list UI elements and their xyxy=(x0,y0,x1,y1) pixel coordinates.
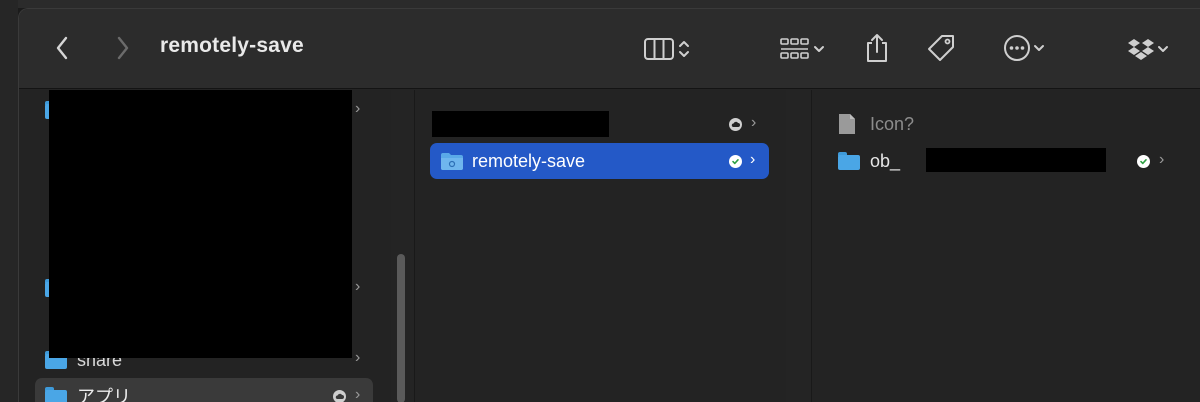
redacted-region xyxy=(49,90,352,358)
columns-view-icon xyxy=(644,38,674,60)
item-label: アプリ xyxy=(77,387,131,402)
item-label: remotely-save xyxy=(472,150,586,171)
chevron-right-icon: › xyxy=(355,278,361,295)
background-top-strip xyxy=(0,0,1200,8)
folder-icon xyxy=(45,387,67,402)
chevron-right-icon: › xyxy=(1159,151,1165,168)
chevron-right-icon xyxy=(117,36,129,60)
toolbar: remotely-save xyxy=(19,9,1200,89)
back-button[interactable] xyxy=(51,33,73,63)
forward-button[interactable] xyxy=(112,33,134,63)
icloud-status-icon xyxy=(729,118,742,131)
chevron-left-icon xyxy=(56,36,68,60)
list-item-icon-file[interactable]: Icon? xyxy=(838,106,1138,142)
window-title: remotely-save xyxy=(160,34,304,57)
group-button[interactable] xyxy=(771,33,833,65)
chevron-down-icon xyxy=(1034,45,1044,51)
item-label: Icon? xyxy=(870,113,915,134)
list-item-apps[interactable]: アプリ › xyxy=(35,378,373,402)
ellipsis-circle-icon xyxy=(1004,35,1030,61)
share-button[interactable] xyxy=(862,31,892,65)
folder-icon xyxy=(838,152,860,170)
item-label: ob_ xyxy=(870,150,901,171)
scrollbar[interactable] xyxy=(397,254,405,402)
background-left-strip xyxy=(0,0,18,402)
chevron-right-icon: › xyxy=(355,100,361,117)
more-actions-button[interactable] xyxy=(993,32,1055,64)
sync-ok-icon xyxy=(729,155,742,168)
dropbox-button[interactable] xyxy=(1122,35,1174,63)
chevron-right-icon: › xyxy=(750,151,756,168)
sync-ok-icon xyxy=(1137,155,1150,168)
column-3: Icon? ob_ › xyxy=(811,90,1200,402)
chevron-right-icon: › xyxy=(355,349,361,366)
chevron-down-icon xyxy=(814,46,824,52)
chevron-down-icon xyxy=(1158,46,1168,52)
view-mode-button[interactable] xyxy=(634,33,700,65)
chevron-right-icon: › xyxy=(751,114,757,131)
dropbox-icon xyxy=(1128,39,1154,60)
file-icon xyxy=(839,114,855,134)
tag-icon xyxy=(928,35,954,61)
icloud-status-icon xyxy=(333,390,346,402)
finder-window: remotely-save › › share › アプリ › › remote… xyxy=(18,8,1200,402)
list-item-remotely-save[interactable]: remotely-save › xyxy=(430,143,769,179)
folder-sync-icon xyxy=(441,152,463,170)
grid-group-icon xyxy=(780,38,809,59)
redacted-region xyxy=(926,148,1106,172)
redacted-region xyxy=(432,111,609,137)
column-2: › remotely-save › xyxy=(414,90,786,402)
column-1: › › share › アプリ › xyxy=(19,90,391,402)
tag-button[interactable] xyxy=(923,31,959,65)
chevron-right-icon: › xyxy=(355,386,361,402)
share-icon xyxy=(867,34,887,62)
chevron-updown-icon xyxy=(679,41,689,57)
